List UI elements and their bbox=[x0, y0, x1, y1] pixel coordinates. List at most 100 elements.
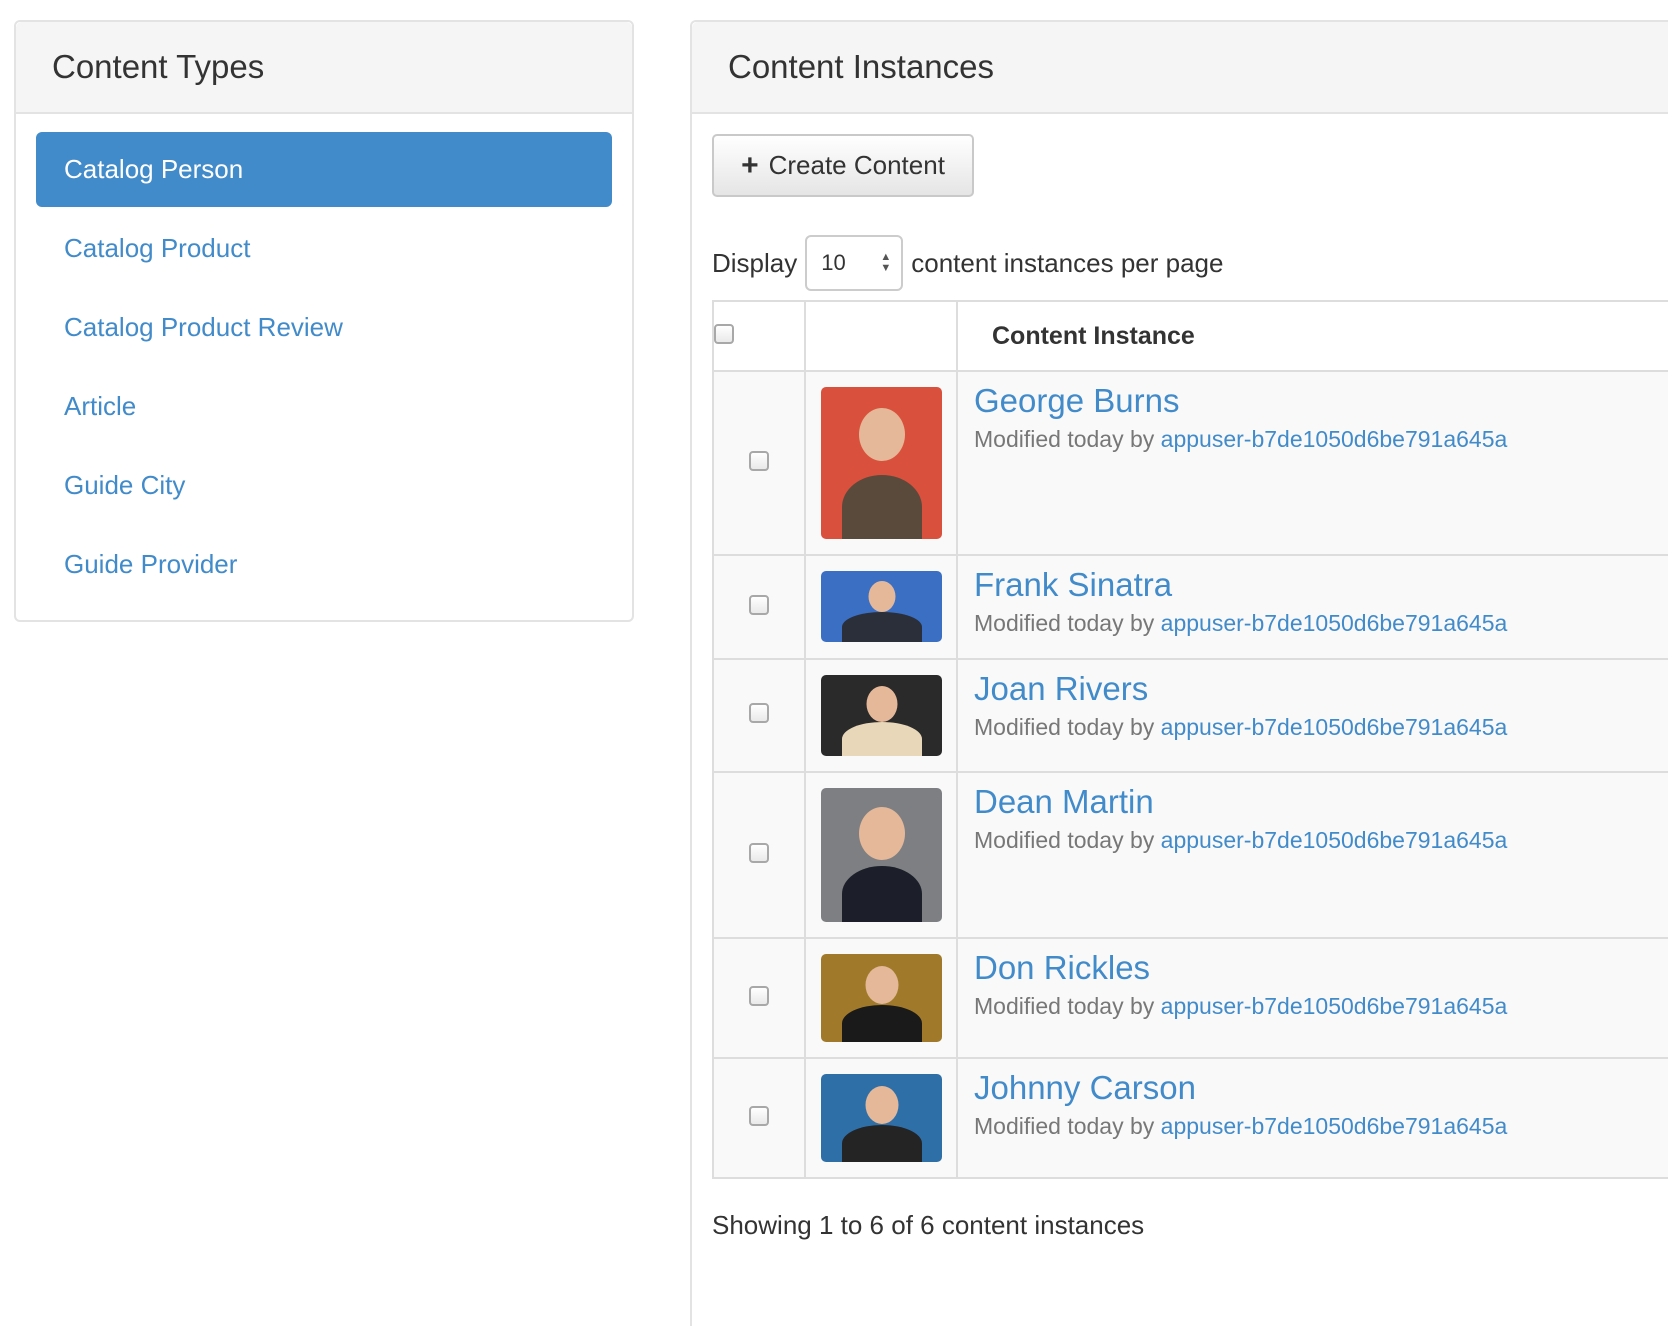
table-row: George Burns Modified today by appuser-b… bbox=[712, 370, 1668, 556]
content-instances-panel: Content Instances + Create Content Displ… bbox=[690, 20, 1668, 1326]
row-name-cell: Johnny Carson Modified today by appuser-… bbox=[956, 1057, 1668, 1179]
table-header-row: Content Instance bbox=[712, 300, 1668, 372]
modified-info: Modified today by appuser-b7de1050d6be79… bbox=[974, 714, 1668, 741]
modified-info: Modified today by appuser-b7de1050d6be79… bbox=[974, 426, 1668, 453]
row-check-cell bbox=[712, 370, 806, 556]
avatar[interactable] bbox=[821, 675, 942, 756]
select-all-checkbox[interactable] bbox=[714, 323, 734, 344]
modified-prefix: Modified today by bbox=[974, 714, 1161, 740]
row-thumb-cell bbox=[804, 554, 958, 660]
modified-prefix: Modified today by bbox=[974, 827, 1161, 853]
content-instance-header: Content Instance bbox=[956, 300, 1668, 372]
thumbnail-header bbox=[804, 300, 958, 372]
avatar-body-shape bbox=[841, 866, 922, 922]
avatar-head-shape bbox=[866, 686, 897, 722]
user-link[interactable]: appuser-b7de1050d6be791a645a bbox=[1161, 827, 1508, 853]
per-page-suffix: content instances per page bbox=[911, 247, 1224, 278]
content-type-catalog-product[interactable]: Catalog Product bbox=[36, 211, 612, 286]
avatar-body-shape bbox=[841, 722, 922, 756]
row-name-cell: George Burns Modified today by appuser-b… bbox=[956, 370, 1668, 556]
per-page-select[interactable]: 10 ▲ ▼ bbox=[805, 235, 904, 291]
select-arrows-icon: ▲ ▼ bbox=[880, 251, 892, 274]
user-link[interactable]: appuser-b7de1050d6be791a645a bbox=[1161, 714, 1508, 740]
avatar-body-shape bbox=[841, 475, 922, 539]
content-type-guide-provider[interactable]: Guide Provider bbox=[36, 527, 612, 602]
content-type-list: Catalog Person Catalog Product Catalog P… bbox=[16, 114, 632, 602]
content-types-title: Content Types bbox=[52, 48, 265, 85]
modified-info: Modified today by appuser-b7de1050d6be79… bbox=[974, 827, 1668, 854]
plus-icon: + bbox=[741, 148, 759, 182]
page-size-control: Display 10 ▲ ▼ content instances per page bbox=[712, 234, 1223, 292]
table-row: Johnny Carson Modified today by appuser-… bbox=[712, 1057, 1668, 1179]
row-check-cell bbox=[712, 1057, 806, 1179]
avatar[interactable] bbox=[821, 788, 942, 922]
modified-prefix: Modified today by bbox=[974, 610, 1161, 636]
create-content-label: Create Content bbox=[768, 150, 945, 180]
row-thumb-cell bbox=[804, 370, 958, 556]
select-all-cell bbox=[712, 300, 806, 372]
user-link[interactable]: appuser-b7de1050d6be791a645a bbox=[1161, 610, 1508, 636]
avatar-body-shape bbox=[841, 612, 922, 642]
avatar[interactable] bbox=[821, 387, 942, 539]
row-checkbox[interactable] bbox=[749, 985, 769, 1006]
content-instances-heading: Content Instances bbox=[692, 22, 1668, 114]
content-instance-link[interactable]: Dean Martin bbox=[974, 783, 1668, 821]
content-instance-link[interactable]: Johnny Carson bbox=[974, 1069, 1668, 1107]
modified-prefix: Modified today by bbox=[974, 426, 1161, 452]
modified-info: Modified today by appuser-b7de1050d6be79… bbox=[974, 610, 1668, 637]
avatar-head-shape bbox=[865, 1086, 898, 1124]
modified-prefix: Modified today by bbox=[974, 993, 1161, 1019]
row-check-cell bbox=[712, 771, 806, 939]
per-page-value: 10 bbox=[821, 250, 846, 275]
content-instance-link[interactable]: Don Rickles bbox=[974, 949, 1668, 987]
avatar-head-shape bbox=[858, 408, 905, 461]
display-label: Display bbox=[712, 247, 798, 278]
modified-info: Modified today by appuser-b7de1050d6be79… bbox=[974, 1113, 1668, 1140]
row-name-cell: Joan Rivers Modified today by appuser-b7… bbox=[956, 658, 1668, 773]
row-thumb-cell bbox=[804, 771, 958, 939]
row-thumb-cell bbox=[804, 937, 958, 1059]
content-types-panel: Content Types Catalog Person Catalog Pro… bbox=[14, 20, 634, 622]
avatar-body-shape bbox=[841, 1005, 922, 1042]
row-name-cell: Dean Martin Modified today by appuser-b7… bbox=[956, 771, 1668, 939]
user-link[interactable]: appuser-b7de1050d6be791a645a bbox=[1161, 993, 1508, 1019]
avatar[interactable] bbox=[821, 954, 942, 1042]
avatar[interactable] bbox=[821, 571, 942, 642]
table-row: Dean Martin Modified today by appuser-b7… bbox=[712, 771, 1668, 939]
avatar-body-shape bbox=[841, 1125, 922, 1162]
content-type-guide-city[interactable]: Guide City bbox=[36, 448, 612, 523]
content-instance-link[interactable]: Joan Rivers bbox=[974, 670, 1668, 708]
avatar-head-shape bbox=[865, 966, 898, 1004]
row-checkbox[interactable] bbox=[749, 842, 769, 863]
content-type-article[interactable]: Article bbox=[36, 369, 612, 444]
content-type-catalog-person[interactable]: Catalog Person bbox=[36, 132, 612, 207]
create-content-button[interactable]: + Create Content bbox=[712, 134, 974, 197]
row-checkbox[interactable] bbox=[749, 594, 769, 615]
content-instances-title: Content Instances bbox=[728, 48, 994, 85]
table-row: Joan Rivers Modified today by appuser-b7… bbox=[712, 658, 1668, 773]
row-check-cell bbox=[712, 937, 806, 1059]
content-instance-link[interactable]: Frank Sinatra bbox=[974, 566, 1668, 604]
table-row: Frank Sinatra Modified today by appuser-… bbox=[712, 554, 1668, 660]
user-link[interactable]: appuser-b7de1050d6be791a645a bbox=[1161, 426, 1508, 452]
avatar-head-shape bbox=[858, 807, 905, 860]
modified-info: Modified today by appuser-b7de1050d6be79… bbox=[974, 993, 1668, 1020]
pagination-summary: Showing 1 to 6 of 6 content instances bbox=[712, 1210, 1145, 1240]
row-name-cell: Don Rickles Modified today by appuser-b7… bbox=[956, 937, 1668, 1059]
row-thumb-cell bbox=[804, 1057, 958, 1179]
row-check-cell bbox=[712, 554, 806, 660]
row-thumb-cell bbox=[804, 658, 958, 773]
modified-prefix: Modified today by bbox=[974, 1113, 1161, 1139]
avatar[interactable] bbox=[821, 1074, 942, 1162]
row-checkbox[interactable] bbox=[749, 1105, 769, 1126]
row-checkbox[interactable] bbox=[749, 450, 769, 471]
content-types-heading: Content Types bbox=[16, 22, 632, 114]
row-check-cell bbox=[712, 658, 806, 773]
content-type-catalog-product-review[interactable]: Catalog Product Review bbox=[36, 290, 612, 365]
row-name-cell: Frank Sinatra Modified today by appuser-… bbox=[956, 554, 1668, 660]
content-instances-table: Content Instance George Burns Modified t… bbox=[712, 300, 1668, 1179]
user-link[interactable]: appuser-b7de1050d6be791a645a bbox=[1161, 1113, 1508, 1139]
content-instance-link[interactable]: George Burns bbox=[974, 382, 1668, 420]
table-row: Don Rickles Modified today by appuser-b7… bbox=[712, 937, 1668, 1059]
row-checkbox[interactable] bbox=[749, 703, 769, 723]
